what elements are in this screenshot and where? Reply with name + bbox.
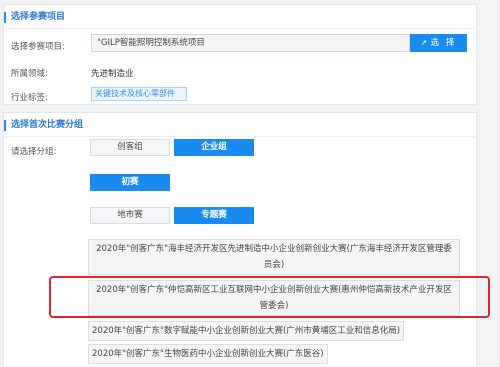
- select-button-label: 选 择: [430, 38, 457, 48]
- cursor-icon: ➚: [420, 38, 428, 47]
- field-value: 先进制造业: [91, 69, 134, 79]
- industry-tag: 关键技术及核心零部件: [91, 87, 187, 101]
- competition-option-haifeng[interactable]: 2020年"创客广东"海丰经济开发区先进制造中小企业创新创业大赛(广东海丰经济开…: [88, 239, 460, 275]
- select-project-button[interactable]: ➚ 选 择: [410, 34, 467, 52]
- competition-option-digital[interactable]: 2020年"创客广东"数字赋能中小企业创新创业大赛(广州市黄埔区工业和信息化局): [88, 321, 405, 341]
- tag-label: 行业标签:: [11, 93, 48, 103]
- group-option-maker[interactable]: 创客组: [90, 139, 170, 156]
- preliminary-round-button[interactable]: 初赛: [90, 174, 170, 191]
- project-select-input[interactable]: "GILP智能照明控制系统项目: [91, 34, 410, 52]
- project-selection-panel: 选择参赛项目 选择参赛项目: "GILP智能照明控制系统项目 ➚ 选 择 所属领域…: [3, 4, 477, 105]
- contest-section-title: 选择首次比赛分组: [4, 113, 476, 137]
- type-option-city[interactable]: 地市赛: [90, 207, 170, 224]
- group-label: 请选择分组:: [11, 147, 57, 157]
- field-label: 所属领域:: [11, 69, 48, 79]
- competition-option-biomed[interactable]: 2020年"创客广东"生物医药中小企业创新创业大赛(广东医谷): [88, 344, 328, 364]
- group-option-enterprise[interactable]: 企业组: [174, 139, 254, 156]
- project-select-label: 选择参赛项目:: [11, 42, 65, 52]
- competition-option-zhongkai[interactable]: 2020年"创客广东"仲恺高新区工业互联网中小企业创新创业大赛(惠州仲恺高新技术…: [88, 280, 460, 316]
- project-section-title: 选择参赛项目: [4, 5, 476, 29]
- type-option-special[interactable]: 专题赛: [174, 207, 254, 224]
